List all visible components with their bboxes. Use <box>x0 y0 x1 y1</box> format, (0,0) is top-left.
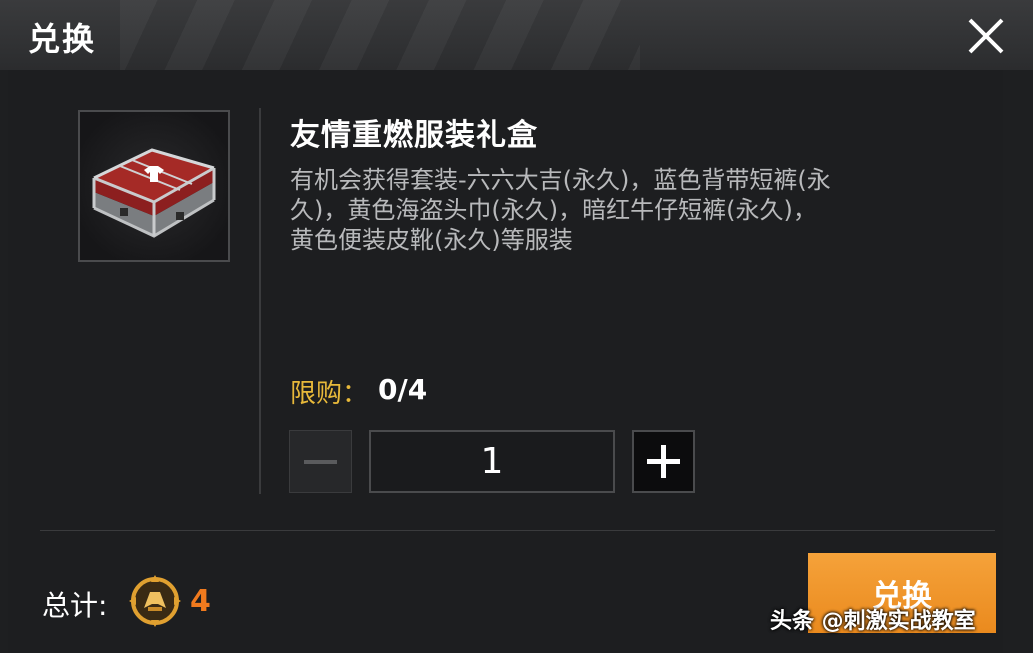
coin-icon <box>128 574 182 628</box>
dialog-titlebar: 兑换 <box>0 0 1033 70</box>
close-icon <box>968 18 1004 54</box>
watermark: 头条 @刺激实战教室 <box>770 609 976 634</box>
item-image <box>78 110 230 262</box>
item-name: 友情重燃服装礼盒 <box>290 118 538 153</box>
decrease-quantity-button[interactable] <box>289 430 352 493</box>
footer-divider <box>40 530 995 531</box>
quantity-input[interactable]: 1 <box>369 430 615 493</box>
total-label: 总计: <box>42 589 108 622</box>
increase-quantity-button[interactable] <box>632 430 695 493</box>
titlebar-decoration <box>120 0 640 70</box>
vertical-divider <box>259 108 261 494</box>
close-button[interactable] <box>962 12 1010 60</box>
redeem-dialog: 兑换 友情重燃服装礼盒 有机会获得套装-六六大吉(永久)，蓝色背带短裤(永久)，… <box>0 0 1033 653</box>
gift-box-icon <box>92 148 216 238</box>
plus-icon <box>647 445 680 478</box>
total-value: 4 <box>190 584 211 619</box>
dialog-title: 兑换 <box>28 20 97 58</box>
purchase-limit-value: 0/4 <box>378 373 428 406</box>
item-description: 有机会获得套装-六六大吉(永久)，蓝色背带短裤(永久)，黄色海盗头巾(永久)，暗… <box>290 166 831 254</box>
minus-icon <box>304 460 337 464</box>
purchase-limit-label: 限购： <box>290 379 369 409</box>
